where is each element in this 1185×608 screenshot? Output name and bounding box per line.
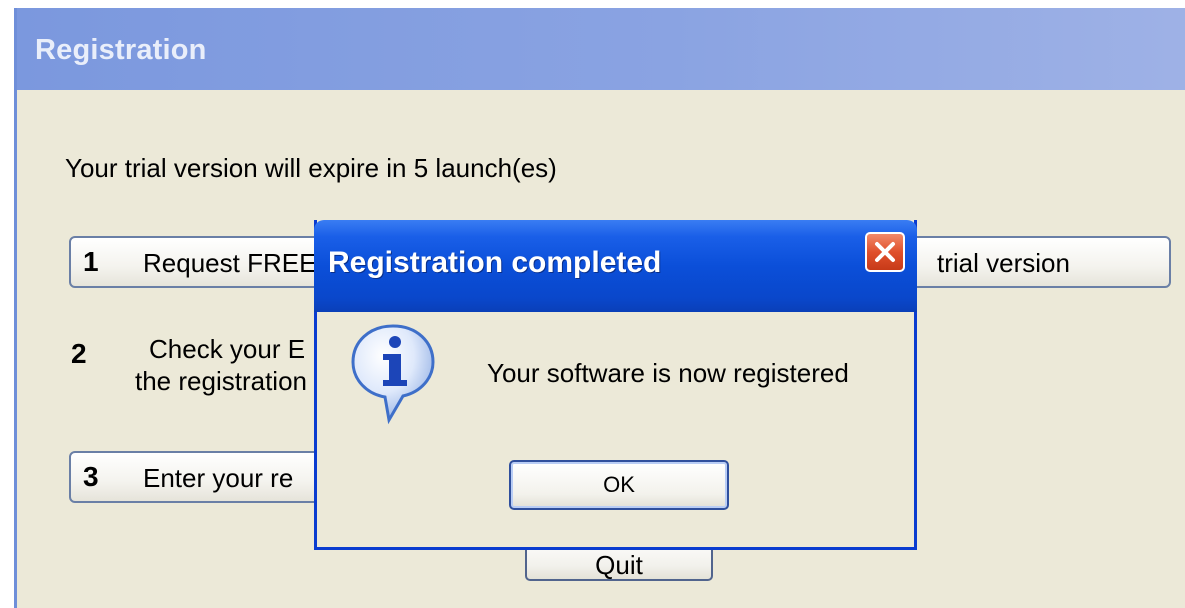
step-3-number: 3	[83, 461, 99, 492]
step-2-number: 2	[71, 338, 87, 369]
info-icon	[345, 320, 441, 435]
step-1-label-tail: trial version	[937, 248, 1070, 278]
step-1-label: Request FREE	[143, 248, 317, 278]
dialog-title-bar[interactable]: Registration completed	[314, 220, 917, 312]
registration-title-bar[interactable]: Registration	[17, 8, 1185, 90]
step-2-text-line1: Check your E	[149, 334, 306, 364]
trial-expiry-text: Your trial version will expire in 5 laun…	[65, 153, 557, 183]
registration-title: Registration	[35, 34, 207, 66]
step-3-label: Enter your re	[143, 463, 294, 493]
registration-completed-dialog: Registration completed Your software is …	[314, 220, 917, 550]
step-2-text-line2: the registration	[135, 366, 307, 396]
dialog-title: Registration completed	[328, 246, 662, 279]
close-icon[interactable]	[865, 232, 905, 272]
step-1-number: 1	[83, 246, 99, 277]
ok-button[interactable]: OK	[509, 460, 729, 510]
dialog-message: Your software is now registered	[487, 358, 849, 388]
